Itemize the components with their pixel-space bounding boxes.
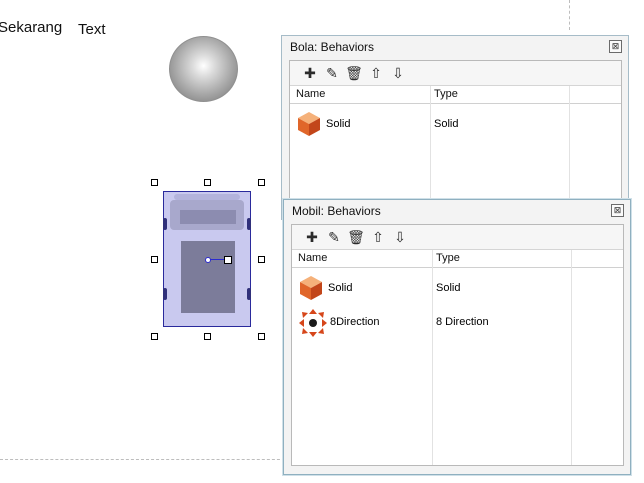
column-divider <box>569 86 570 210</box>
move-up-icon[interactable]: ⇧ <box>369 228 387 246</box>
behavior-type: Solid <box>436 282 461 294</box>
behaviors-toolbar: ✚ ✎ 🗑 ⇧ ⇩ <box>290 61 621 86</box>
table-row[interactable]: Solid Solid <box>290 109 621 139</box>
resize-handle-left[interactable] <box>151 256 158 263</box>
resize-handle-top-right[interactable] <box>258 179 265 186</box>
mobil-behaviors-panel: Mobil: Behaviors ⊠ ✚ ✎ 🗑 ⇧ ⇩ Name Type S… <box>283 199 631 475</box>
behavior-type: Solid <box>434 118 459 130</box>
behaviors-toolbar: ✚ ✎ 🗑 ⇧ ⇩ <box>292 225 623 250</box>
solid-cube-icon <box>298 112 320 136</box>
car-window <box>180 210 236 224</box>
close-icon[interactable]: ⊠ <box>609 40 622 53</box>
resize-handle-bottom-left[interactable] <box>151 333 158 340</box>
resize-handle-bottom[interactable] <box>204 333 211 340</box>
column-header-type[interactable]: Type <box>434 88 458 100</box>
move-up-icon[interactable]: ⇧ <box>367 64 385 82</box>
car-wheel-icon <box>247 218 251 230</box>
move-down-icon[interactable]: ⇩ <box>389 64 407 82</box>
resize-handle-top-left[interactable] <box>151 179 158 186</box>
mobil-sprite[interactable] <box>163 191 251 327</box>
column-header-name[interactable]: Name <box>296 88 325 100</box>
panel-title: Mobil: Behaviors <box>292 204 381 218</box>
close-icon[interactable]: ⊠ <box>611 204 624 217</box>
edit-behavior-icon[interactable]: ✎ <box>325 228 343 246</box>
text-object[interactable]: Text <box>78 21 106 38</box>
add-behavior-icon[interactable]: ✚ <box>303 228 321 246</box>
layout-boundary-horizontal <box>0 459 290 460</box>
car-wheel-icon <box>247 288 251 300</box>
resize-handle-bottom-right[interactable] <box>258 333 265 340</box>
car-wheel-icon <box>163 218 167 230</box>
solid-cube-icon <box>300 276 322 300</box>
behaviors-list: ✚ ✎ 🗑 ⇧ ⇩ Name Type Solid Solid <box>291 224 624 466</box>
eight-direction-icon <box>299 309 327 337</box>
resize-handle-top[interactable] <box>204 179 211 186</box>
delete-behavior-icon[interactable]: 🗑 <box>345 64 363 82</box>
behavior-type: 8 Direction <box>436 316 489 328</box>
table-header: Name Type <box>290 86 621 104</box>
sekarang-text[interactable]: Sekarang <box>0 19 62 36</box>
image-point-handle[interactable] <box>224 256 232 264</box>
edit-behavior-icon[interactable]: ✎ <box>323 64 341 82</box>
resize-handle-right[interactable] <box>258 256 265 263</box>
column-header-type[interactable]: Type <box>436 252 460 264</box>
table-row[interactable]: Solid Solid <box>292 273 623 303</box>
add-behavior-icon[interactable]: ✚ <box>301 64 319 82</box>
behaviors-list: ✚ ✎ 🗑 ⇧ ⇩ Name Type Solid Solid <box>289 60 622 211</box>
behavior-name: Solid <box>328 282 353 294</box>
car-wheel-icon <box>163 288 167 300</box>
origin-point-handle[interactable] <box>205 257 211 263</box>
table-row[interactable]: 8Direction 8 Direction <box>292 307 623 337</box>
move-down-icon[interactable]: ⇩ <box>391 228 409 246</box>
layout-boundary-vertical <box>569 0 570 30</box>
panel-title: Bola: Behaviors <box>290 40 375 54</box>
bola-sprite[interactable] <box>169 36 238 102</box>
delete-behavior-icon[interactable]: 🗑 <box>347 228 365 246</box>
behavior-name: 8Direction <box>330 316 380 328</box>
bola-behaviors-panel: Bola: Behaviors ⊠ ✚ ✎ 🗑 ⇧ ⇩ Name Type So… <box>281 35 629 220</box>
car-body <box>181 241 235 313</box>
column-header-name[interactable]: Name <box>298 252 327 264</box>
column-divider <box>430 86 431 210</box>
table-header: Name Type <box>292 250 623 268</box>
behavior-name: Solid <box>326 118 351 130</box>
